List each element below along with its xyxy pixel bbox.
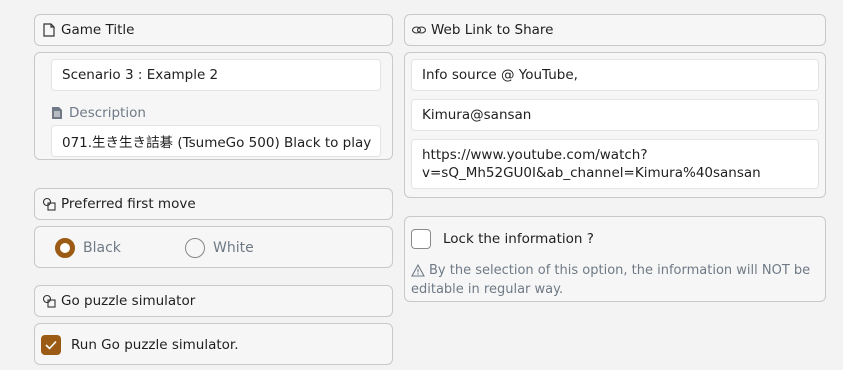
run-simulator-checkbox[interactable] [41,335,61,355]
shapes-icon [41,196,57,212]
info-source-input[interactable]: Info source @ YouTube, [411,59,819,91]
description-input[interactable]: 071.生き生き詰碁 (TsumeGo 500) Black to play [51,125,381,157]
description-label-row: Description [51,105,146,121]
game-title-input[interactable]: Scenario 3 : Example 2 [51,59,381,91]
url-value-line1: https://www.youtube.com/watch? [422,147,648,163]
info-source-value: Info source @ YouTube, [422,67,578,83]
radio-white-indicator [185,238,205,258]
radio-black-label: Black [83,240,121,256]
preferred-first-move-label: Preferred first move [61,196,196,212]
radio-white-label: White [213,240,254,256]
author-input[interactable]: Kimura@sansan [411,99,819,131]
shapes-icon [41,293,57,309]
run-simulator-checkbox-row[interactable]: Run Go puzzle simulator. [41,335,239,355]
web-link-header: Web Link to Share [404,14,826,46]
document-icon [41,22,57,38]
description-value: 071.生き生き詰碁 (TsumeGo 500) Black to play [62,135,372,151]
url-value-line2: v=sQ_Mh52GU0I&ab_channel=Kimura%40sansan [422,165,761,181]
radio-black[interactable]: Black [55,238,121,258]
go-puzzle-simulator-label: Go puzzle simulator [61,293,196,309]
lock-panel: Lock the information ? By the selection … [404,216,826,302]
radio-black-indicator [55,238,75,258]
list-document-icon [51,106,63,120]
web-link-panel: Info source @ YouTube, Kimura@sansan htt… [404,52,826,198]
link-icon [411,22,427,38]
url-input[interactable]: https://www.youtube.com/watch? v=sQ_Mh52… [411,139,819,189]
preferred-first-move-header: Preferred first move [34,188,393,220]
web-link-header-label: Web Link to Share [431,22,554,38]
game-title-value: Scenario 3 : Example 2 [62,67,219,83]
first-move-options-panel: Black White [34,226,393,268]
game-title-header-label: Game Title [61,22,135,38]
description-label: Description [69,105,146,121]
radio-white[interactable]: White [185,238,254,258]
warning-icon [411,264,425,277]
game-title-header: Game Title [34,14,393,46]
lock-checkbox-label: Lock the information ? [443,231,594,247]
author-value: Kimura@sansan [422,107,532,123]
lock-warning: By the selection of this option, the inf… [411,261,823,299]
game-title-panel: Scenario 3 : Example 2 Description 071.生… [34,52,393,160]
run-simulator-label: Run Go puzzle simulator. [71,337,239,353]
lock-checkbox[interactable] [411,229,431,249]
lock-warning-line1-row: By the selection of this option, the inf… [411,261,823,280]
checkmark-icon [45,340,57,350]
simulator-option-panel: Run Go puzzle simulator. [34,323,393,365]
lock-warning-line2: editable in regular way. [411,282,564,297]
go-puzzle-simulator-header: Go puzzle simulator [34,285,393,317]
lock-checkbox-row[interactable]: Lock the information ? [411,229,594,249]
lock-warning-line1: By the selection of this option, the inf… [429,263,811,278]
